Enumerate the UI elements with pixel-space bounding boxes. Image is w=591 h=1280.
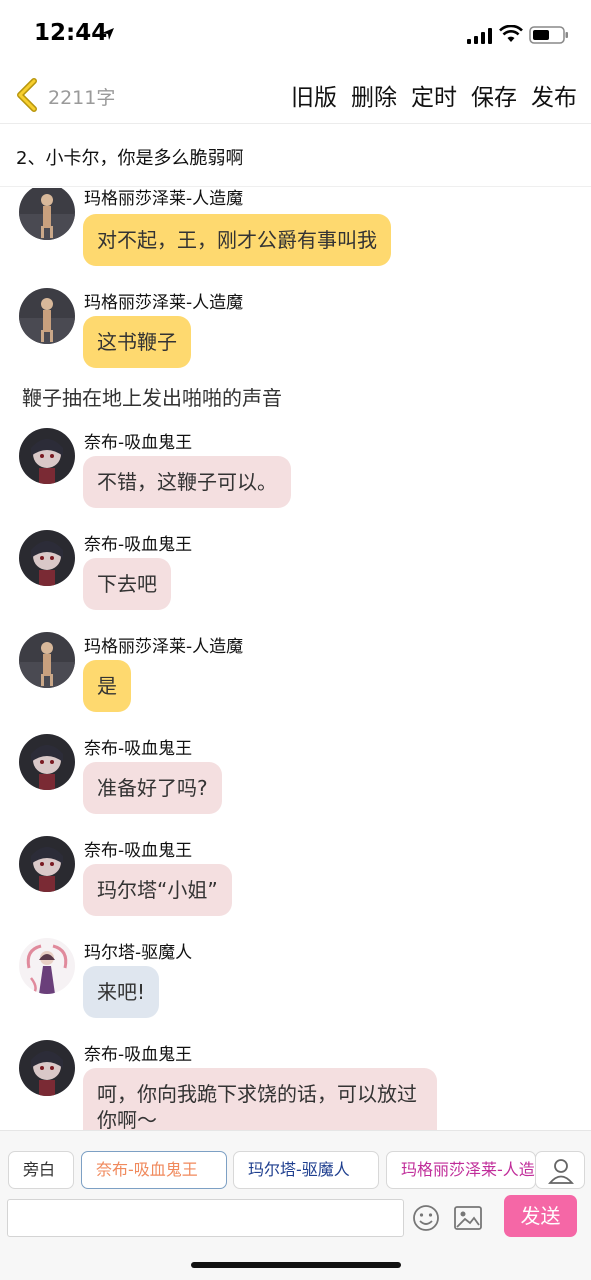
status-bar: 12:44 <box>0 0 591 66</box>
sender-name: 奈布-吸血鬼王 <box>84 739 193 759</box>
role-button-nabu[interactable]: 奈布-吸血鬼王 <box>81 1151 227 1189</box>
message-bubble[interactable]: 不错，这鞭子可以。 <box>83 456 291 508</box>
avatar[interactable] <box>19 734 75 790</box>
schedule-button[interactable]: 定时 <box>411 78 457 112</box>
avatar[interactable] <box>19 188 75 240</box>
delete-button[interactable]: 删除 <box>351 78 397 112</box>
save-button[interactable]: 保存 <box>471 78 517 112</box>
chapter-title[interactable]: 2、小卡尔，你是多么脆弱啊 <box>16 144 243 170</box>
message-input[interactable] <box>7 1199 404 1237</box>
message-bubble[interactable]: 准备好了吗? <box>83 762 222 814</box>
composer-toolbar: 旁白 奈布-吸血鬼王 玛尔塔-驱魔人 玛格丽莎泽莱-人造魔 发送 <box>0 1130 591 1280</box>
sender-name: 玛尔塔-驱魔人 <box>84 943 193 963</box>
chat-area[interactable]: 玛格丽莎泽莱-人造魔 对不起，王，刚才公爵有事叫我 玛格丽莎泽莱-人造魔 这书鞭… <box>0 188 591 1130</box>
chapter-title-bar: 2、小卡尔，你是多么脆弱啊 <box>0 125 591 187</box>
battery-icon <box>529 26 568 44</box>
word-count: 2211字 <box>48 87 116 109</box>
sender-name: 玛格丽莎泽莱-人造魔 <box>84 637 244 657</box>
emoji-icon[interactable] <box>411 1203 441 1233</box>
role-manage-button[interactable] <box>535 1151 585 1189</box>
message-bubble[interactable]: 这书鞭子 <box>83 316 191 368</box>
send-button[interactable]: 发送 <box>504 1195 577 1237</box>
sender-name: 奈布-吸血鬼王 <box>84 841 193 861</box>
avatar[interactable] <box>19 938 75 994</box>
message-bubble[interactable]: 呵，你向我跪下求饶的话，可以放过你啊～ <box>83 1068 437 1130</box>
avatar[interactable] <box>19 632 75 688</box>
editor-header: 2211字 旧版 删除 定时 保存 发布 <box>0 66 591 124</box>
avatar[interactable] <box>19 428 75 484</box>
sender-name: 玛格丽莎泽莱-人造魔 <box>84 293 244 313</box>
home-indicator[interactable] <box>191 1262 401 1268</box>
avatar[interactable] <box>19 288 75 344</box>
publish-button[interactable]: 发布 <box>531 78 577 112</box>
sender-name: 奈布-吸血鬼王 <box>84 535 193 555</box>
signal-icon <box>467 28 492 44</box>
avatar[interactable] <box>19 1040 75 1096</box>
back-chevron-icon[interactable] <box>12 78 42 112</box>
role-button-narration[interactable]: 旁白 <box>8 1151 74 1189</box>
header-actions: 旧版 删除 定时 保存 发布 <box>291 78 577 112</box>
location-arrow-icon <box>102 28 114 40</box>
sender-name: 玛格丽莎泽莱-人造魔 <box>84 189 244 209</box>
message-bubble[interactable]: 是 <box>83 660 131 712</box>
message-bubble[interactable]: 下去吧 <box>83 558 171 610</box>
avatar[interactable] <box>19 530 75 586</box>
wifi-icon <box>499 25 523 42</box>
avatar[interactable] <box>19 836 75 892</box>
old-version-button[interactable]: 旧版 <box>291 78 337 112</box>
message-bubble[interactable]: 对不起，王，刚才公爵有事叫我 <box>83 214 391 266</box>
message-bubble[interactable]: 来吧! <box>83 966 160 1018</box>
image-icon[interactable] <box>452 1203 484 1233</box>
role-button-margo[interactable]: 玛格丽莎泽莱-人造魔 <box>386 1151 536 1189</box>
message-bubble[interactable]: 玛尔塔“小姐” <box>83 864 232 916</box>
user-icon <box>548 1159 574 1184</box>
sender-name: 奈布-吸血鬼王 <box>84 433 193 453</box>
narration-text[interactable]: 鞭子抽在地上发出啪啪的声音 <box>22 382 282 411</box>
sender-name: 奈布-吸血鬼王 <box>84 1045 193 1065</box>
status-time: 12:44 <box>34 20 108 46</box>
role-button-marta[interactable]: 玛尔塔-驱魔人 <box>233 1151 379 1189</box>
